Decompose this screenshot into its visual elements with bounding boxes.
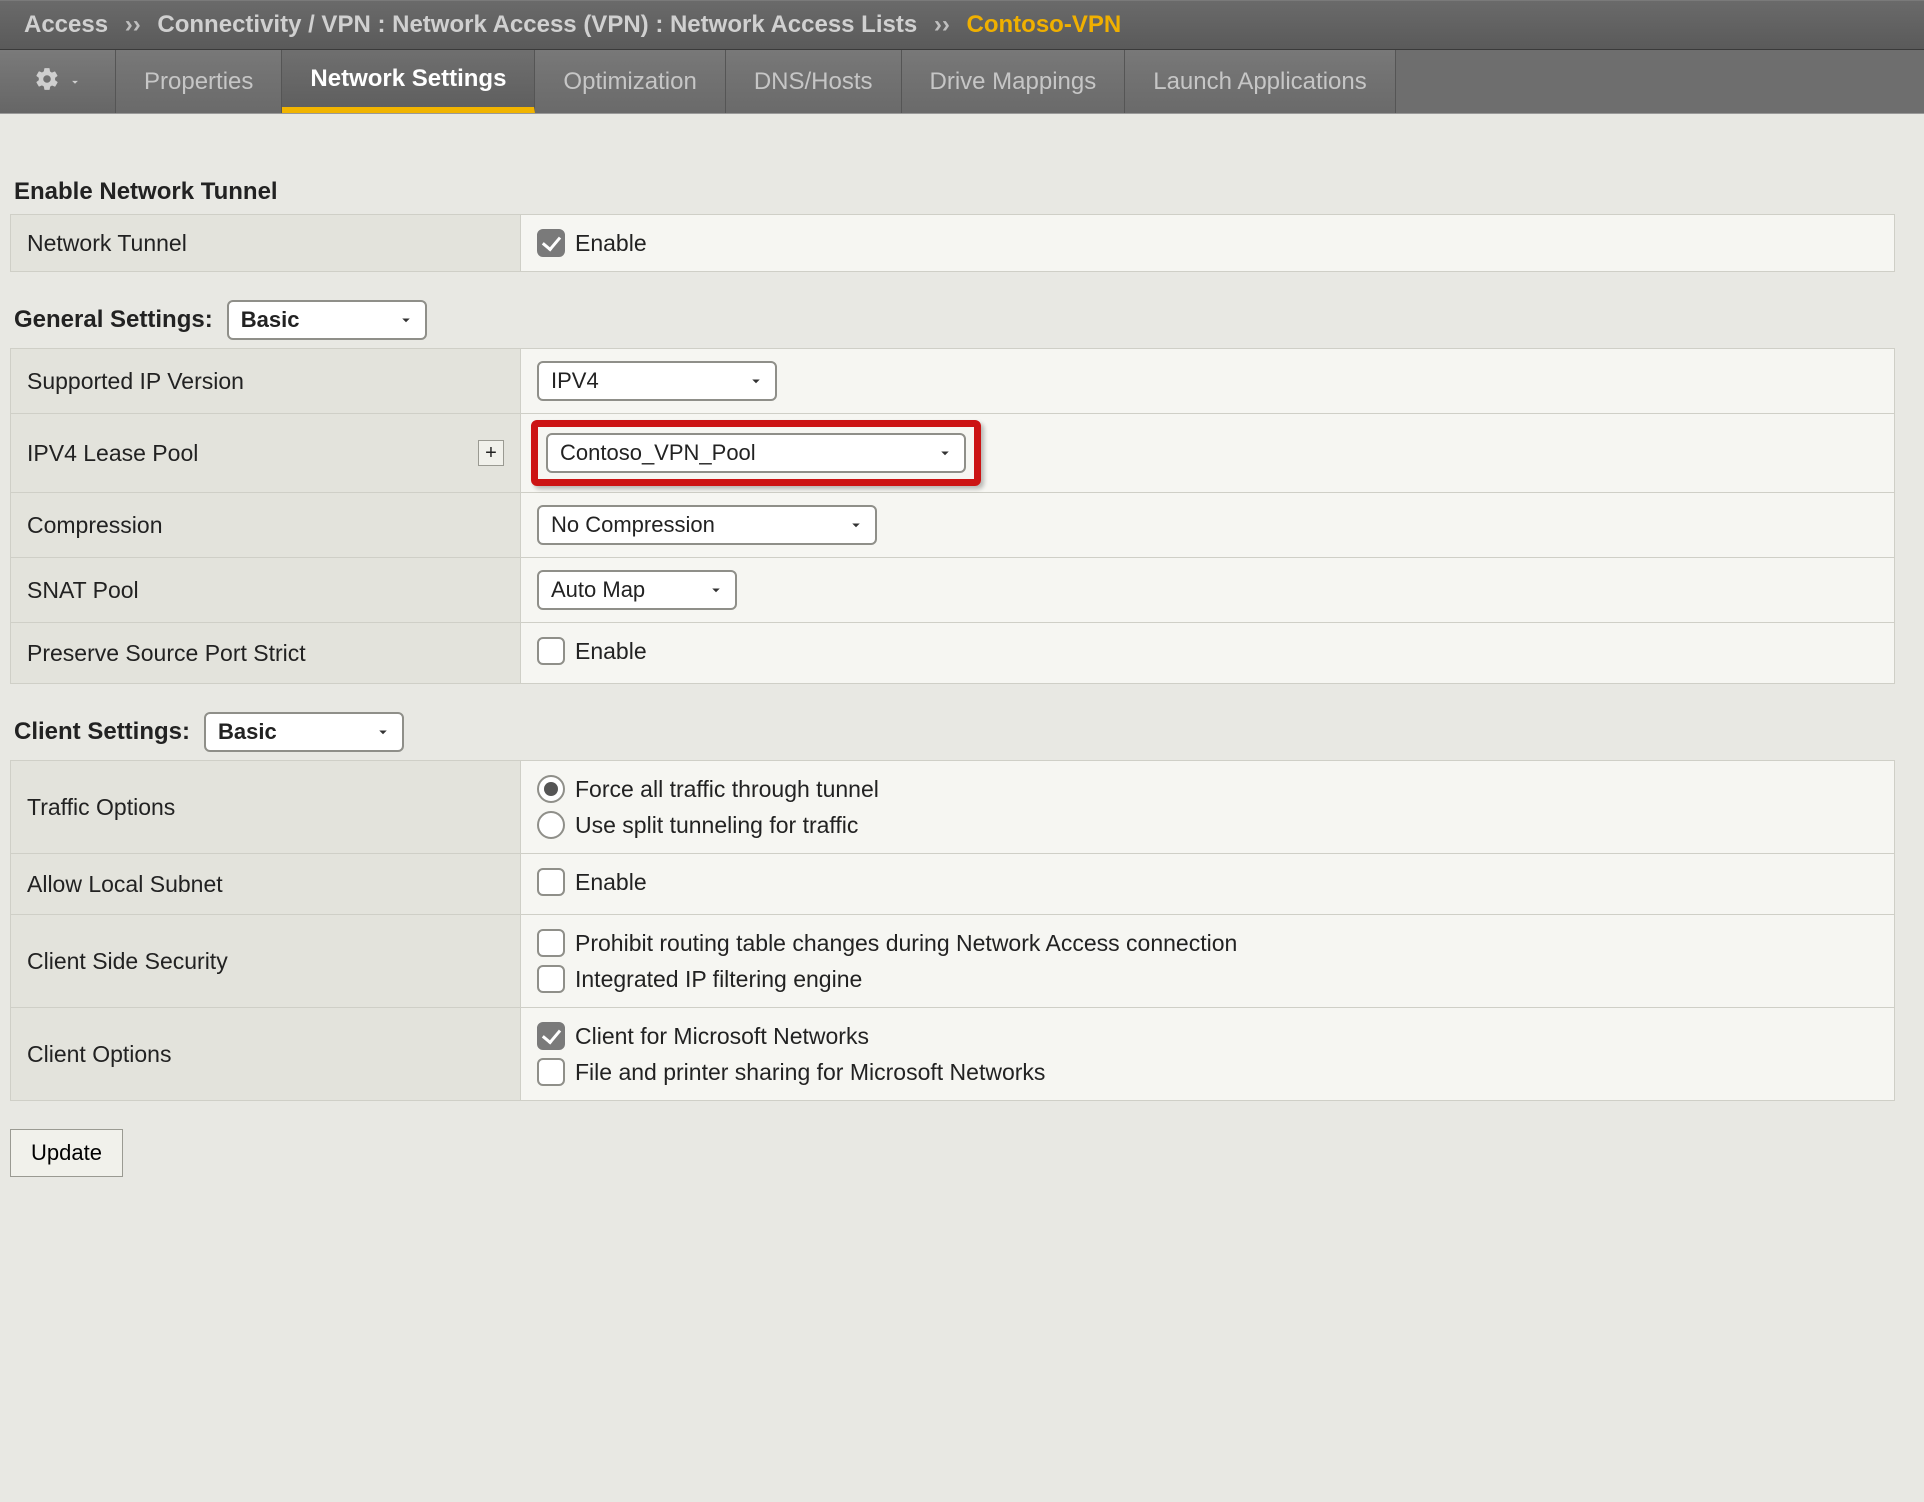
- chevron-down-icon: [747, 372, 765, 390]
- radio-label: Use split tunneling for traffic: [575, 812, 858, 839]
- checkbox-prohibit-routing[interactable]: Prohibit routing table changes during Ne…: [537, 929, 1878, 957]
- label-security: Client Side Security: [11, 915, 521, 1008]
- tab-launch-applications[interactable]: Launch Applications: [1125, 50, 1396, 113]
- row-traffic-options: Traffic Options Force all traffic throug…: [11, 761, 1895, 854]
- checkbox-icon: [537, 868, 565, 896]
- radio-icon: [537, 811, 565, 839]
- radio-force-all-traffic[interactable]: Force all traffic through tunnel: [537, 775, 1878, 803]
- checkbox-allow-local-enable[interactable]: Enable: [537, 868, 647, 896]
- radio-label: Force all traffic through tunnel: [575, 776, 879, 803]
- chevron-down-icon: [397, 311, 415, 329]
- row-ipv4-lease-pool: IPV4 Lease Pool + Contoso_VPN_Pool: [11, 414, 1895, 493]
- section-title-enable-tunnel: Enable Network Tunnel: [14, 178, 1914, 206]
- section-title-client: Client Settings:: [14, 718, 190, 746]
- row-preserve-source-port: Preserve Source Port Strict Enable: [11, 623, 1895, 684]
- label-network-tunnel: Network Tunnel: [11, 215, 521, 272]
- chevron-down-icon: [374, 723, 392, 741]
- row-client-side-security: Client Side Security Prohibit routing ta…: [11, 915, 1895, 1008]
- select-ip-version[interactable]: IPV4: [537, 361, 777, 401]
- checkbox-preserve-src-enable[interactable]: Enable: [537, 637, 647, 665]
- radio-icon: [537, 775, 565, 803]
- checkbox-icon: [537, 637, 565, 665]
- select-snat-pool[interactable]: Auto Map: [537, 570, 737, 610]
- row-supported-ip-version: Supported IP Version IPV4: [11, 349, 1895, 414]
- select-value: Basic: [218, 719, 277, 745]
- highlight-lease-pool: Contoso_VPN_Pool: [531, 420, 981, 486]
- checkbox-icon: [537, 1058, 565, 1086]
- checkbox-label: Integrated IP filtering engine: [575, 966, 862, 993]
- select-value: IPV4: [551, 368, 599, 394]
- select-value: Contoso_VPN_Pool: [560, 440, 756, 466]
- checkbox-icon: [537, 929, 565, 957]
- checkbox-label: File and printer sharing for Microsoft N…: [575, 1059, 1045, 1086]
- label-lease-pool: IPV4 Lease Pool: [27, 440, 198, 466]
- checkbox-file-printer-sharing[interactable]: File and printer sharing for Microsoft N…: [537, 1058, 1878, 1086]
- checkbox-label: Client for Microsoft Networks: [575, 1023, 869, 1050]
- tab-label: Properties: [144, 68, 253, 96]
- checkbox-label: Enable: [575, 230, 647, 257]
- checkbox-network-tunnel-enable[interactable]: Enable: [537, 229, 647, 257]
- tab-label: Drive Mappings: [930, 68, 1097, 96]
- checkbox-icon: [537, 965, 565, 993]
- select-general-mode[interactable]: Basic: [227, 300, 427, 340]
- radio-split-tunneling[interactable]: Use split tunneling for traffic: [537, 811, 1878, 839]
- tab-drive-mappings[interactable]: Drive Mappings: [902, 50, 1126, 113]
- breadcrumb-sep-2: ››: [934, 11, 950, 38]
- checkbox-label: Enable: [575, 638, 647, 665]
- row-network-tunnel: Network Tunnel Enable: [11, 215, 1895, 272]
- breadcrumb-current: Contoso-VPN: [967, 11, 1122, 38]
- checkbox-label: Prohibit routing table changes during Ne…: [575, 930, 1237, 957]
- checkbox-icon: [537, 1022, 565, 1050]
- chevron-down-icon: [707, 581, 725, 599]
- row-client-options: Client Options Client for Microsoft Netw…: [11, 1008, 1895, 1101]
- label-snat-pool: SNAT Pool: [11, 558, 521, 623]
- checkbox-client-ms-networks[interactable]: Client for Microsoft Networks: [537, 1022, 1878, 1050]
- tab-label: DNS/Hosts: [754, 68, 873, 96]
- tab-optimization[interactable]: Optimization: [535, 50, 725, 113]
- select-value: Auto Map: [551, 577, 645, 603]
- label-allow-local: Allow Local Subnet: [11, 854, 521, 915]
- tab-label: Network Settings: [310, 65, 506, 93]
- breadcrumb-root[interactable]: Access: [24, 11, 108, 38]
- checkbox-icon: [537, 229, 565, 257]
- gear-icon: [34, 66, 60, 98]
- row-compression: Compression No Compression: [11, 493, 1895, 558]
- table-general-settings: Supported IP Version IPV4 IPV4 Lease Poo…: [10, 348, 1895, 684]
- label-client-opts: Client Options: [11, 1008, 521, 1101]
- breadcrumb-sep-1: ››: [125, 11, 141, 38]
- section-title-general: General Settings:: [14, 306, 213, 334]
- tab-properties[interactable]: Properties: [116, 50, 282, 113]
- row-allow-local-subnet: Allow Local Subnet Enable: [11, 854, 1895, 915]
- chevron-down-icon: [936, 444, 954, 462]
- row-snat-pool: SNAT Pool Auto Map: [11, 558, 1895, 623]
- checkbox-ip-filtering[interactable]: Integrated IP filtering engine: [537, 965, 1878, 993]
- table-client-settings: Traffic Options Force all traffic throug…: [10, 760, 1895, 1101]
- label-ip-version: Supported IP Version: [11, 349, 521, 414]
- label-traffic: Traffic Options: [11, 761, 521, 854]
- gear-menu[interactable]: [0, 50, 116, 113]
- breadcrumb-path[interactable]: Connectivity / VPN : Network Access (VPN…: [157, 11, 917, 38]
- table-enable-tunnel: Network Tunnel Enable: [10, 214, 1895, 272]
- select-value: Basic: [241, 307, 300, 333]
- tab-label: Optimization: [563, 68, 696, 96]
- tab-label: Launch Applications: [1153, 68, 1367, 96]
- checkbox-label: Enable: [575, 869, 647, 896]
- select-lease-pool[interactable]: Contoso_VPN_Pool: [546, 433, 966, 473]
- update-button[interactable]: Update: [10, 1129, 123, 1177]
- add-lease-pool-button[interactable]: +: [478, 440, 504, 466]
- tab-network-settings[interactable]: Network Settings: [282, 50, 535, 113]
- label-preserve-src: Preserve Source Port Strict: [11, 623, 521, 684]
- chevron-down-icon: [68, 75, 82, 89]
- tab-bar: Properties Network Settings Optimization…: [0, 50, 1924, 114]
- select-value: No Compression: [551, 512, 715, 538]
- select-client-mode[interactable]: Basic: [204, 712, 404, 752]
- chevron-down-icon: [847, 516, 865, 534]
- select-compression[interactable]: No Compression: [537, 505, 877, 545]
- breadcrumb: Access ›› Connectivity / VPN : Network A…: [0, 0, 1924, 50]
- label-compression: Compression: [11, 493, 521, 558]
- tab-dns-hosts[interactable]: DNS/Hosts: [726, 50, 902, 113]
